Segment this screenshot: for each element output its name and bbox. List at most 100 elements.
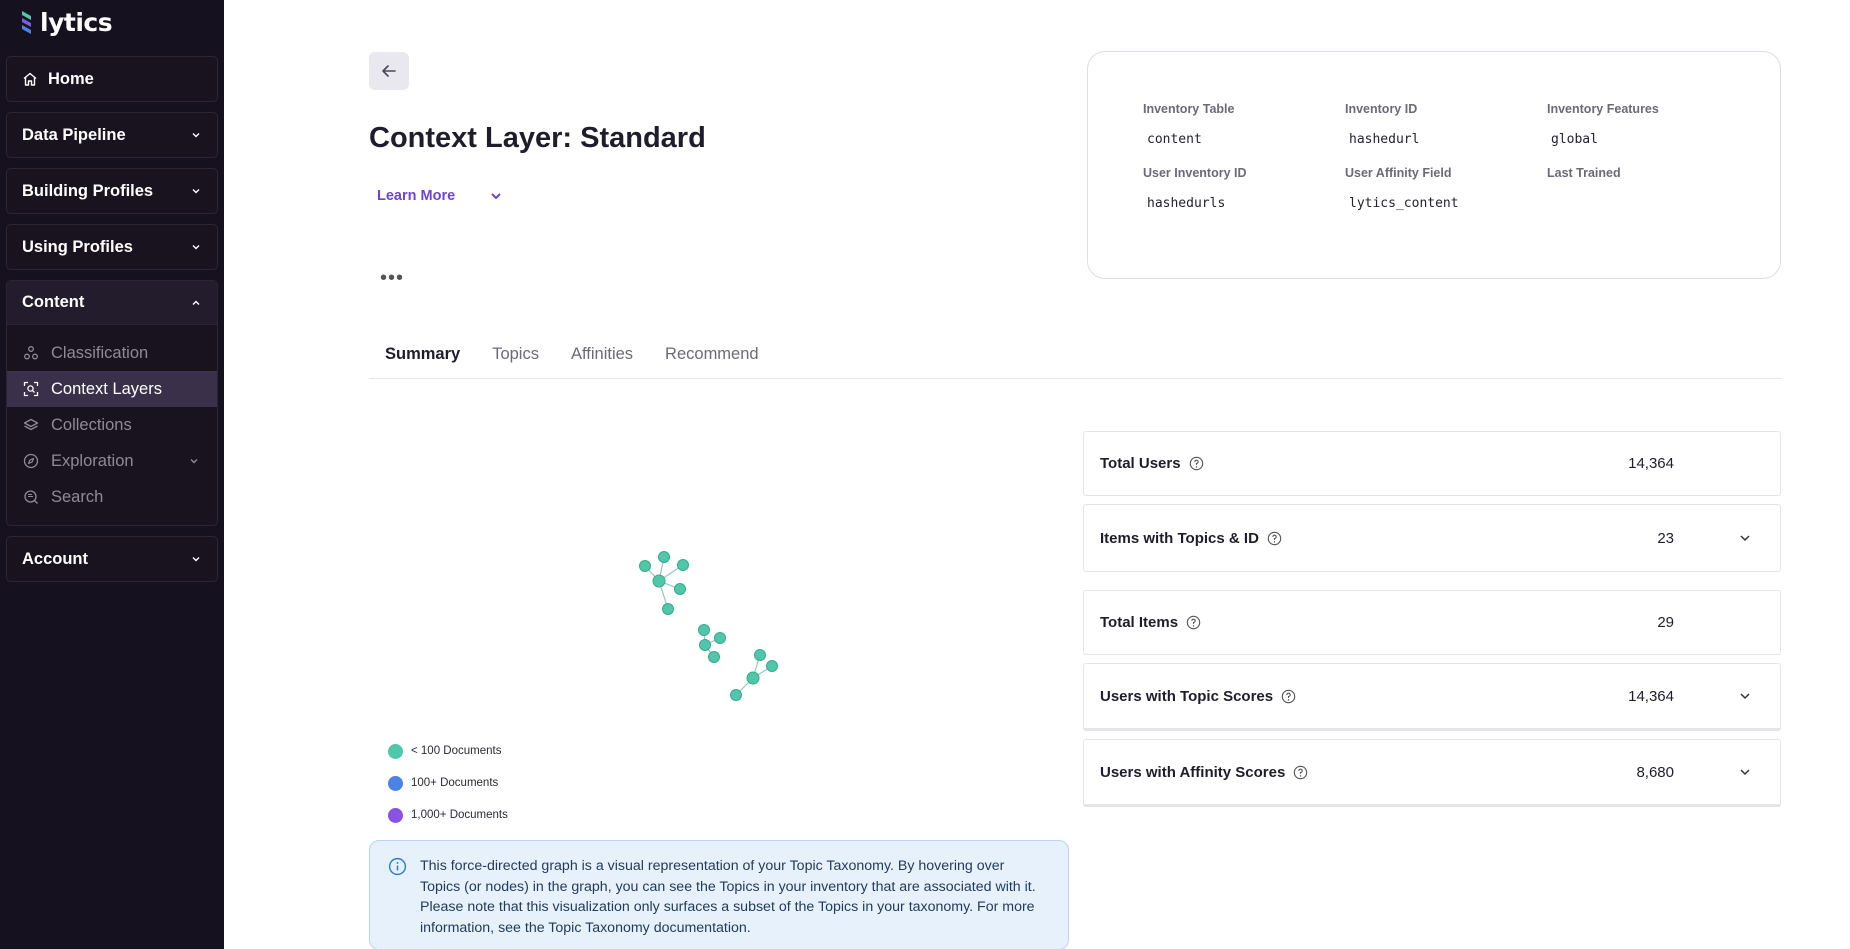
info-value: hashedurl (1349, 132, 1420, 147)
info-icon (388, 857, 407, 876)
info-label: User Affinity Field (1345, 166, 1452, 180)
stat-label-text: Total Users (1100, 455, 1181, 472)
legend-dot (388, 807, 403, 823)
nav-content-label: Content (22, 293, 85, 311)
help-icon[interactable] (1293, 765, 1308, 780)
chevron-down-icon (491, 193, 501, 200)
topic-graph (639, 551, 778, 701)
stat-label-text: Users with Affinity Scores (1100, 763, 1286, 781)
topic-node (708, 651, 720, 663)
topic-node (662, 603, 674, 615)
sidebar-item-label: Collections (51, 415, 132, 434)
stat-value: 8,680 (1636, 763, 1674, 781)
chevron-down-icon[interactable] (1738, 531, 1752, 545)
info-label: Last Trained (1547, 166, 1621, 180)
topic-node (766, 660, 778, 672)
topic-node (746, 671, 760, 685)
sidebar-item-search[interactable]: Search (7, 479, 217, 515)
nav-data-pipeline-label: Data Pipeline (22, 125, 126, 144)
stat-users-with-topic-scores[interactable]: Users with Topic Scores 14,364 (1083, 663, 1781, 731)
classification-icon (24, 346, 38, 360)
brand-name: lytics (40, 7, 113, 37)
chevron-down-icon (190, 459, 198, 464)
legend-item: 100+ Documents (388, 767, 508, 799)
info-value: content (1147, 132, 1202, 147)
info-last-trained: Last Trained (1547, 166, 1749, 210)
chevron-down-icon (192, 133, 200, 138)
info-label: Inventory ID (1345, 102, 1418, 116)
legend-label: 1,000+ Documents (411, 809, 508, 821)
nav-home[interactable]: Home (6, 56, 218, 102)
info-user-affinity-field: User Affinity Field lytics_content (1345, 166, 1547, 211)
chevron-down-icon[interactable] (1738, 765, 1752, 779)
chevron-up-icon (192, 300, 200, 305)
legend-item: < 100 Documents (388, 735, 508, 767)
legend-dot (388, 775, 403, 791)
topic-node (714, 632, 726, 644)
sidebar-item-label: Exploration (51, 451, 134, 470)
nav-building-profiles[interactable]: Building Profiles (6, 168, 218, 214)
stat-users-with-affinity-scores[interactable]: Users with Affinity Scores 8,680 (1083, 739, 1781, 807)
info-label: Inventory Features (1547, 102, 1659, 116)
stat-total-items: Total Items 29 (1083, 590, 1781, 655)
more-options-button[interactable]: ••• (380, 268, 404, 288)
collections-icon (23, 418, 39, 431)
topic-node (699, 639, 711, 651)
info-label: User Inventory ID (1143, 166, 1247, 180)
topic-node (674, 583, 686, 595)
nav-home-label: Home (48, 69, 94, 88)
graph-legend: < 100 Documents 100+ Documents 1,000+ Do… (388, 735, 508, 831)
tab-summary[interactable]: Summary (385, 335, 460, 379)
stat-items-with-topics-id[interactable]: Items with Topics & ID 23 (1083, 504, 1781, 572)
help-icon[interactable] (1267, 531, 1282, 546)
info-value: global (1551, 132, 1598, 147)
stat-total-users: Total Users 14,364 (1083, 431, 1781, 496)
learn-more-label: Learn More (377, 188, 456, 204)
stat-label-text: Total Items (1100, 614, 1179, 631)
topic-node (754, 649, 766, 661)
arrow-left-icon (382, 65, 396, 77)
topic-node (639, 560, 651, 572)
chevron-down-icon[interactable] (1738, 689, 1752, 703)
stat-value: 14,364 (1628, 455, 1674, 472)
nav-data-pipeline[interactable]: Data Pipeline (6, 112, 218, 158)
legend-label: < 100 Documents (411, 745, 502, 757)
stat-value: 29 (1657, 614, 1674, 631)
nav-content: Content Classification Context Layers Co… (6, 280, 218, 526)
nav-content-toggle[interactable]: Content (7, 281, 217, 325)
stat-value: 23 (1657, 529, 1674, 547)
sidebar-item-collections[interactable]: Collections (7, 407, 217, 443)
notice-end: . (746, 919, 751, 936)
info-value: hashedurls (1147, 196, 1226, 211)
stat-label: Items with Topics & ID (1100, 530, 1282, 547)
help-icon[interactable] (1189, 456, 1204, 471)
topic-taxonomy-doc-link[interactable]: Topic Taxonomy documentation (548, 920, 746, 936)
lytics-logo-icon (22, 11, 31, 34)
stat-label-text: Items with Topics & ID (1100, 529, 1259, 547)
sidebar-item-classification[interactable]: Classification (7, 335, 217, 371)
learn-more-toggle[interactable]: Learn More (377, 188, 503, 204)
sidebar-item-context-layers[interactable]: Context Layers (7, 371, 217, 407)
summary-stats: Total Users 14,364 Items with Topics & I… (1083, 431, 1781, 807)
info-inventory-features: Inventory Features global (1547, 102, 1749, 147)
help-icon[interactable] (1186, 615, 1201, 630)
back-button[interactable] (369, 52, 409, 90)
info-value (1547, 196, 1749, 210)
sidebar-item-label: Search (51, 487, 104, 506)
context-layers-icon (23, 381, 39, 397)
page-title: Context Layer: Standard (369, 122, 706, 154)
tab-affinities[interactable]: Affinities (571, 335, 633, 379)
info-user-inventory-id: User Inventory ID hashedurls (1143, 166, 1345, 211)
sidebar-item-exploration[interactable]: Exploration (7, 443, 217, 479)
info-value: lytics_content (1349, 196, 1459, 211)
nav-account[interactable]: Account (6, 536, 218, 582)
tab-topics[interactable]: Topics (492, 335, 539, 379)
topic-node (698, 624, 710, 636)
nav-account-label: Account (22, 549, 88, 568)
nav-using-profiles[interactable]: Using Profiles (6, 224, 218, 270)
legend-item: 1,000+ Documents (388, 799, 508, 831)
stat-label: Users with Topic Scores (1100, 688, 1296, 705)
help-icon[interactable] (1281, 689, 1296, 704)
lytics-logo[interactable]: lytics (6, 0, 218, 44)
tab-recommend[interactable]: Recommend (665, 335, 759, 379)
